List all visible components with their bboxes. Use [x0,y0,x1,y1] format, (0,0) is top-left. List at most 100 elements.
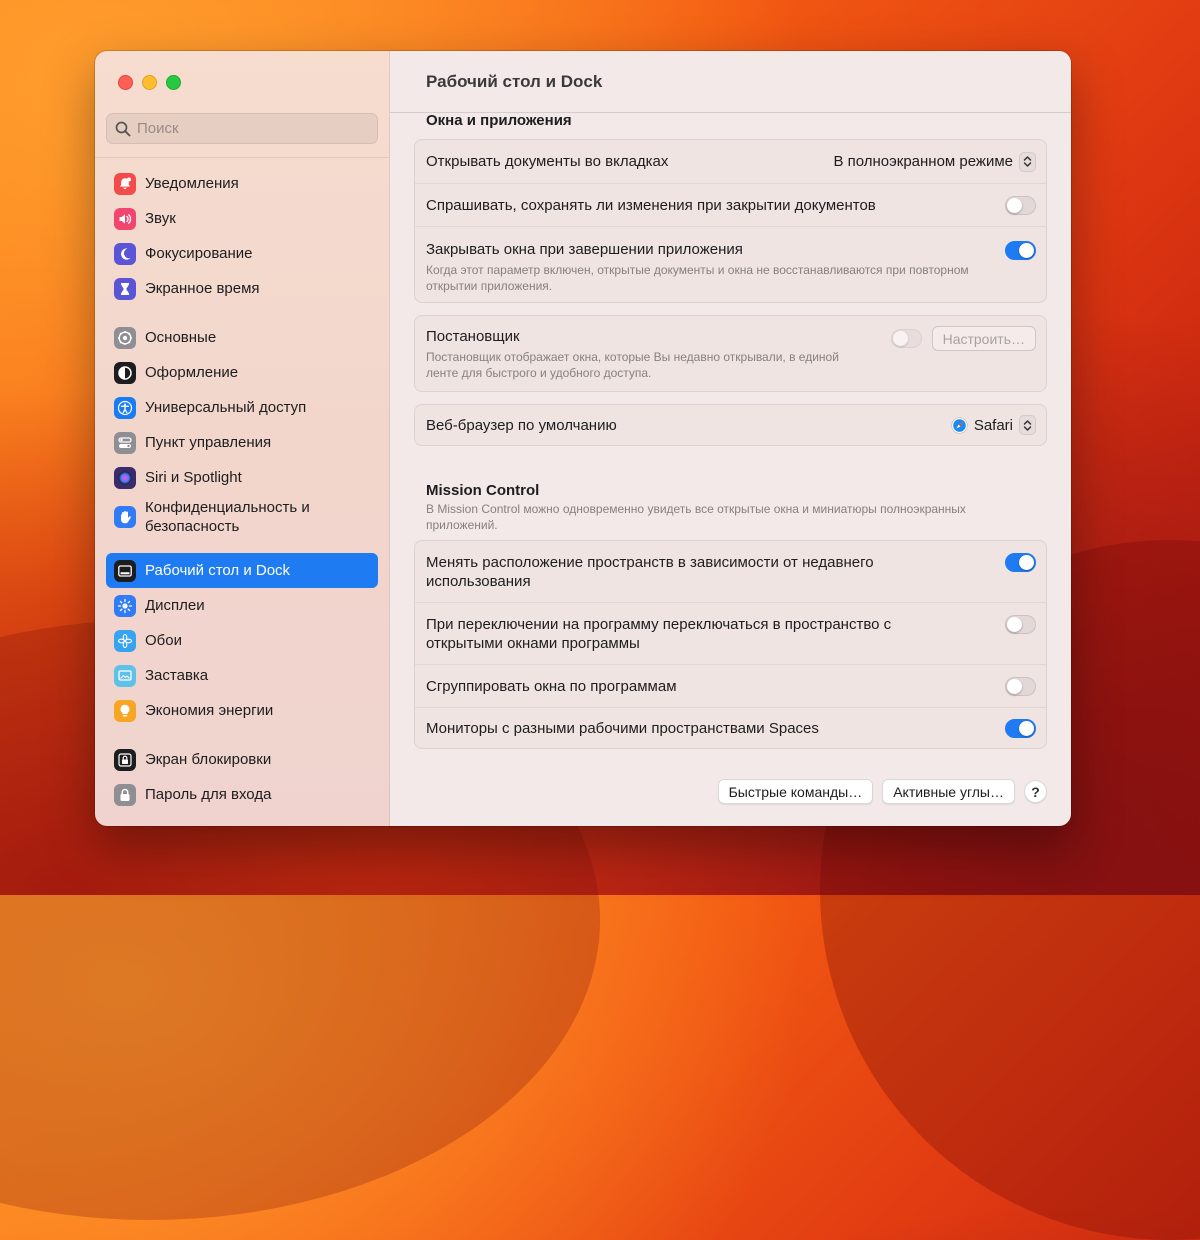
shortcuts-button[interactable]: Быстрые команды… [717,779,874,804]
sidebar-item-label: Универсальный доступ [145,399,307,416]
sidebar: Уведомления Звук Фокусирование Экранное вре… [95,51,390,826]
sidebar-item-label: Пункт управления [145,434,272,451]
sidebar-group: Уведомления Звук Фокусирование Экранное вре… [106,166,378,306]
bulb-icon [114,699,136,722]
title-bar: Рабочий стол и Dock [390,51,1071,113]
sidebar-item-gear[interactable]: Основные [106,320,378,355]
safari-icon [951,416,968,434]
configure-button[interactable]: Настроить… [931,326,1036,351]
footer-buttons: Быстрые команды… Активные углы… ? [717,779,1047,804]
sidebar-item-label: Конфиденциальность и безопасность [145,499,310,535]
sidebar-item-control-center[interactable]: Пункт управления [106,425,378,460]
help-button[interactable]: ? [1024,780,1047,803]
close-windows-toggle[interactable] [1005,241,1036,260]
windows-apps-card: Открывать документы во вкладках В полноэ… [414,139,1047,303]
window-controls [118,75,181,90]
sidebar-item-screensaver[interactable]: Заставка [106,658,378,693]
section-title-mission-control: Mission Control [426,482,540,499]
sidebar-item-dock[interactable]: Рабочий стол и Dock [106,553,378,588]
row-default-browser: Веб-браузер по умолчанию Safari [415,405,1046,445]
sidebar-item-siri[interactable]: Siri и Spotlight [106,460,378,495]
default-browser-popup[interactable]: Safari [951,415,1036,435]
sidebar-item-label: Siri и Spotlight [145,469,242,486]
sidebar-item-label: Звук [145,210,176,227]
sidebar-item-accessibility[interactable]: Универсальный доступ [106,390,378,425]
minimize-window-button[interactable] [142,75,157,90]
lock-screen-icon [114,748,136,771]
stage-manager-description: Постановщик отображает окна, которые Вы … [426,350,839,380]
page-title: Рабочий стол и Dock [426,71,603,91]
ask-save-toggle[interactable] [1005,195,1036,215]
mission-control-card: Менять расположение пространств в зависи… [414,540,1047,749]
close-windows-label: Закрывать окна при завершении приложения [426,241,743,258]
sidebar-list: Уведомления Звук Фокусирование Экранное вре… [106,166,378,826]
sidebar-item-label: Пароль для входа [145,786,272,803]
row-ask-save: Спрашивать, сохранять ли изменения при з… [415,183,1046,226]
sidebar-divider [95,157,389,158]
sidebar-item-lock-screen[interactable]: Экран блокировки [106,742,378,777]
separate-spaces-toggle[interactable] [1005,718,1036,738]
row-stage-manager: Постановщик Постановщик отображает окна,… [415,316,1046,391]
sidebar-item-hand[interactable]: Конфиденциальность и безопасность [106,495,378,539]
sidebar-item-lock[interactable]: Пароль для входа [106,777,378,812]
group-windows-label: Сгруппировать окна по программам [426,677,677,695]
lock-icon [114,783,136,806]
sidebar-item-bulb[interactable]: Экономия энергии [106,693,378,728]
sidebar-item-bell[interactable]: Уведомления [106,166,378,201]
control-center-icon [114,431,136,454]
stage-manager-toggle[interactable] [890,329,922,348]
open-docs-popup[interactable]: В полноэкранном режиме [833,151,1036,172]
settings-window: Уведомления Звук Фокусирование Экранное вре… [95,51,1071,826]
hand-icon [114,506,136,528]
switch-space-label: При переключении на программу переключат… [426,615,892,652]
sidebar-group: Экран блокировки Пароль для входа [106,742,378,812]
sidebar-item-appearance[interactable]: Оформление [106,355,378,390]
zoom-window-button[interactable] [166,75,181,90]
sidebar-item-label: Экономия энергии [145,702,274,719]
browser-card: Веб-браузер по умолчанию Safari [414,404,1047,446]
sidebar-item-flower[interactable]: Обои [106,623,378,658]
siri-icon [114,466,136,489]
sun-icon [114,594,136,617]
screensaver-icon [114,664,136,687]
sidebar-item-moon[interactable]: Фокусирование [106,236,378,271]
sidebar-group: Рабочий стол и Dock Дисплеи Обои Заставка Эк… [106,553,378,728]
hot-corners-button[interactable]: Активные углы… [882,779,1015,804]
row-close-windows: Закрывать окна при завершении приложения… [415,226,1046,302]
sidebar-item-label: Уведомления [145,175,239,192]
close-window-button[interactable] [118,75,133,90]
switch-space-toggle[interactable] [1005,614,1036,634]
flower-icon [114,629,136,652]
close-windows-description: Когда этот параметр включен, открытые до… [426,263,969,293]
dock-icon [114,559,136,582]
main-pane: Рабочий стол и Dock Окна и приложения От… [390,51,1071,826]
speaker-icon [114,207,136,230]
open-docs-value: В полноэкранном режиме [833,153,1013,170]
row-group-windows: Сгруппировать окна по программам [415,664,1046,707]
search-input[interactable] [137,120,357,137]
sidebar-item-speaker[interactable]: Звук [106,201,378,236]
default-browser-label: Веб-браузер по умолчанию [426,416,617,434]
row-separate-spaces: Мониторы с разными рабочими пространства… [415,707,1046,748]
gear-icon [114,326,136,349]
section-title-windows: Окна и приложения [426,112,572,129]
sidebar-item-label: Рабочий стол и Dock [145,562,291,579]
sidebar-item-label: Экран блокировки [145,751,272,768]
rearrange-spaces-toggle[interactable] [1005,552,1036,572]
sidebar-item-label: Экранное время [145,280,260,297]
hourglass-icon [114,277,136,300]
content-scroll-area[interactable]: Окна и приложения Открывать документы во… [390,112,1071,826]
row-open-docs: Открывать документы во вкладках В полноэ… [415,140,1046,183]
separate-spaces-label: Мониторы с разными рабочими пространства… [426,719,819,737]
row-switch-space: При переключении на программу переключат… [415,602,1046,664]
sidebar-item-hourglass[interactable]: Экранное время [106,271,378,306]
row-rearrange-spaces: Менять расположение пространств в зависи… [415,541,1046,602]
group-windows-toggle[interactable] [1005,676,1036,696]
accessibility-icon [114,396,136,419]
sidebar-item-label: Заставка [145,667,209,684]
mission-control-header: Mission Control В Mission Control можно … [426,482,1047,533]
mission-control-description: В Mission Control можно одновременно уви… [426,502,966,532]
sidebar-group: Основные Оформление Универсальный доступ Пу… [106,320,378,539]
search-field[interactable] [106,113,378,144]
sidebar-item-sun[interactable]: Дисплеи [106,588,378,623]
